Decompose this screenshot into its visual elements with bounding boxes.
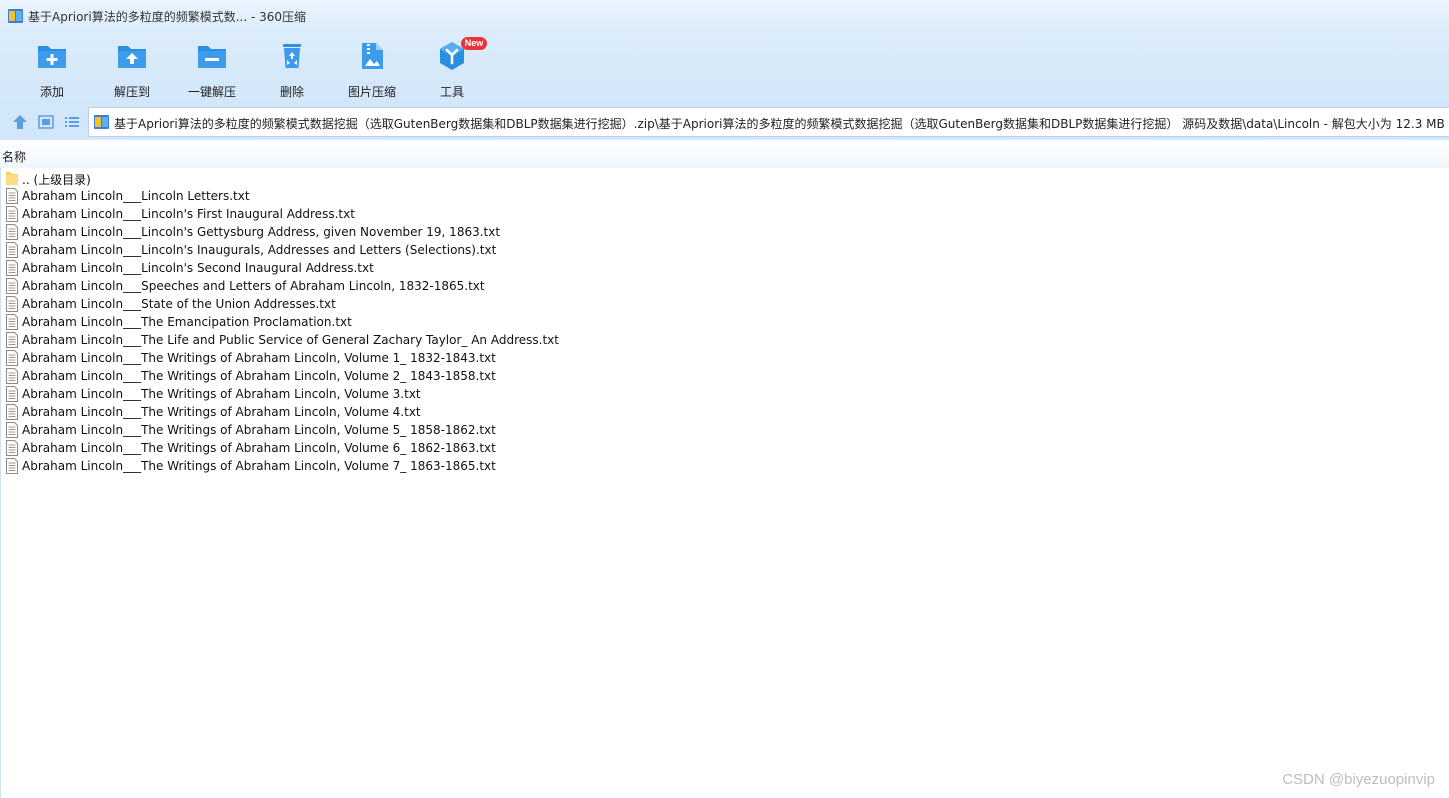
file-row[interactable]: Abraham Lincoln___The Writings of Abraha… [4,457,604,475]
image-compress-icon [362,43,383,69]
add-folder-icon [38,46,66,68]
file-row[interactable]: Abraham Lincoln___Lincoln's Gettysburg A… [4,223,604,241]
file-name: Abraham Lincoln___The Writings of Abraha… [22,423,496,437]
file-name: Abraham Lincoln___Speeches and Letters o… [22,279,485,293]
file-name: Abraham Lincoln___Lincoln Letters.txt [22,189,250,203]
text-file-icon [6,404,18,420]
file-row[interactable]: Abraham Lincoln___Lincoln's Second Inaug… [4,259,604,277]
window-title: 基于Apriori算法的多粒度的频繁模式数... - 360压缩 [28,10,307,24]
text-file-icon [6,422,18,438]
file-row[interactable]: Abraham Lincoln___Speeches and Letters o… [4,277,604,295]
file-name: Abraham Lincoln___The Writings of Abraha… [22,387,421,401]
delete-button[interactable]: 删除 [256,38,328,100]
column-header-name[interactable]: 名称 [2,148,26,165]
file-row[interactable]: Abraham Lincoln___The Writings of Abraha… [4,367,604,385]
toolbar: 添加 解压到 一键解压 删除 图片压缩 New 工具 [0,32,1449,104]
image-compress-label: 图片压缩 [347,85,396,99]
text-file-icon [6,206,18,222]
file-name: Abraham Lincoln___The Writings of Abraha… [22,441,496,455]
file-row[interactable]: Abraham Lincoln___The Writings of Abraha… [4,439,604,457]
file-row[interactable]: Abraham Lincoln___The Writings of Abraha… [4,385,604,403]
archive-app-icon [8,9,23,23]
address-bar[interactable]: 基于Apriori算法的多粒度的频繁模式数据挖掘（选取GutenBerg数据集和… [88,107,1449,137]
file-row[interactable]: Abraham Lincoln___The Emancipation Procl… [4,313,604,331]
extract-to-label: 解压到 [113,85,150,99]
parent-directory-row[interactable]: .. (上级目录) [4,169,604,187]
extract-to-icon [118,46,146,68]
new-badge: New [461,37,487,50]
file-list: .. (上级目录) Abraham Lincoln___Lincoln Lett… [0,168,1449,798]
tools-label: 工具 [439,85,464,99]
text-file-icon [6,458,18,474]
list-header: 名称 [0,140,1449,168]
thumbnail-view-icon[interactable] [37,113,55,131]
file-row[interactable]: Abraham Lincoln___The Writings of Abraha… [4,421,604,439]
up-arrow-icon[interactable] [11,113,29,131]
file-row[interactable]: Abraham Lincoln___The Writings of Abraha… [4,403,604,421]
file-name: Abraham Lincoln___Lincoln's Second Inaug… [22,261,374,275]
address-path: 基于Apriori算法的多粒度的频繁模式数据挖掘（选取GutenBerg数据集和… [114,117,1445,131]
file-row[interactable]: Abraham Lincoln___The Writings of Abraha… [4,349,604,367]
one-click-extract-button[interactable]: 一键解压 [176,38,248,100]
file-row[interactable]: Abraham Lincoln___State of the Union Add… [4,295,604,313]
parent-directory-label: .. (上级目录) [22,173,91,187]
list-view-icon[interactable] [63,113,81,131]
text-file-icon [6,368,18,384]
folder-icon [6,172,18,185]
archive-icon [94,115,109,129]
file-name: Abraham Lincoln___The Writings of Abraha… [22,459,496,473]
text-file-icon [6,332,18,348]
file-name: Abraham Lincoln___The Writings of Abraha… [22,351,496,365]
delete-label: 删除 [279,85,304,99]
text-file-icon [6,296,18,312]
one-click-extract-label: 一键解压 [187,85,236,99]
text-file-icon [6,260,18,276]
file-name: Abraham Lincoln___The Writings of Abraha… [22,369,496,383]
title-bar: 基于Apriori算法的多粒度的频繁模式数... - 360压缩 [0,0,1449,32]
file-name: Abraham Lincoln___The Emancipation Procl… [22,315,352,329]
text-file-icon [6,440,18,456]
file-row[interactable]: Abraham Lincoln___Lincoln's First Inaugu… [4,205,604,223]
extract-to-button[interactable]: 解压到 [96,38,168,100]
watermark: CSDN @biyezuopinvip [1282,771,1435,788]
text-file-icon [6,242,18,258]
file-name: Abraham Lincoln___Lincoln's Inaugurals, … [22,243,497,257]
add-label: 添加 [39,85,64,99]
file-name: Abraham Lincoln___State of the Union Add… [22,297,336,311]
file-row[interactable]: Abraham Lincoln___The Life and Public Se… [4,331,604,349]
text-file-icon [6,386,18,402]
text-file-icon [6,188,18,204]
file-name: Abraham Lincoln___Lincoln's First Inaugu… [22,207,355,221]
file-row[interactable]: Abraham Lincoln___Lincoln's Inaugurals, … [4,241,604,259]
recycle-bin-icon [283,44,301,68]
file-name: Abraham Lincoln___The Writings of Abraha… [22,405,421,419]
tools-button[interactable]: New 工具 [416,37,488,100]
text-file-icon [6,224,18,240]
text-file-icon [6,350,18,366]
file-name: Abraham Lincoln___The Life and Public Se… [22,333,559,347]
text-file-icon [6,314,18,330]
one-click-extract-icon [198,46,226,68]
text-file-icon [6,278,18,294]
add-button[interactable]: 添加 [16,38,88,100]
image-compress-button[interactable]: 图片压缩 [336,38,408,100]
navigation-bar: 基于Apriori算法的多粒度的频繁模式数据挖掘（选取GutenBerg数据集和… [0,104,1449,140]
file-row[interactable]: Abraham Lincoln___Lincoln Letters.txt [4,187,604,205]
file-name: Abraham Lincoln___Lincoln's Gettysburg A… [22,225,501,239]
